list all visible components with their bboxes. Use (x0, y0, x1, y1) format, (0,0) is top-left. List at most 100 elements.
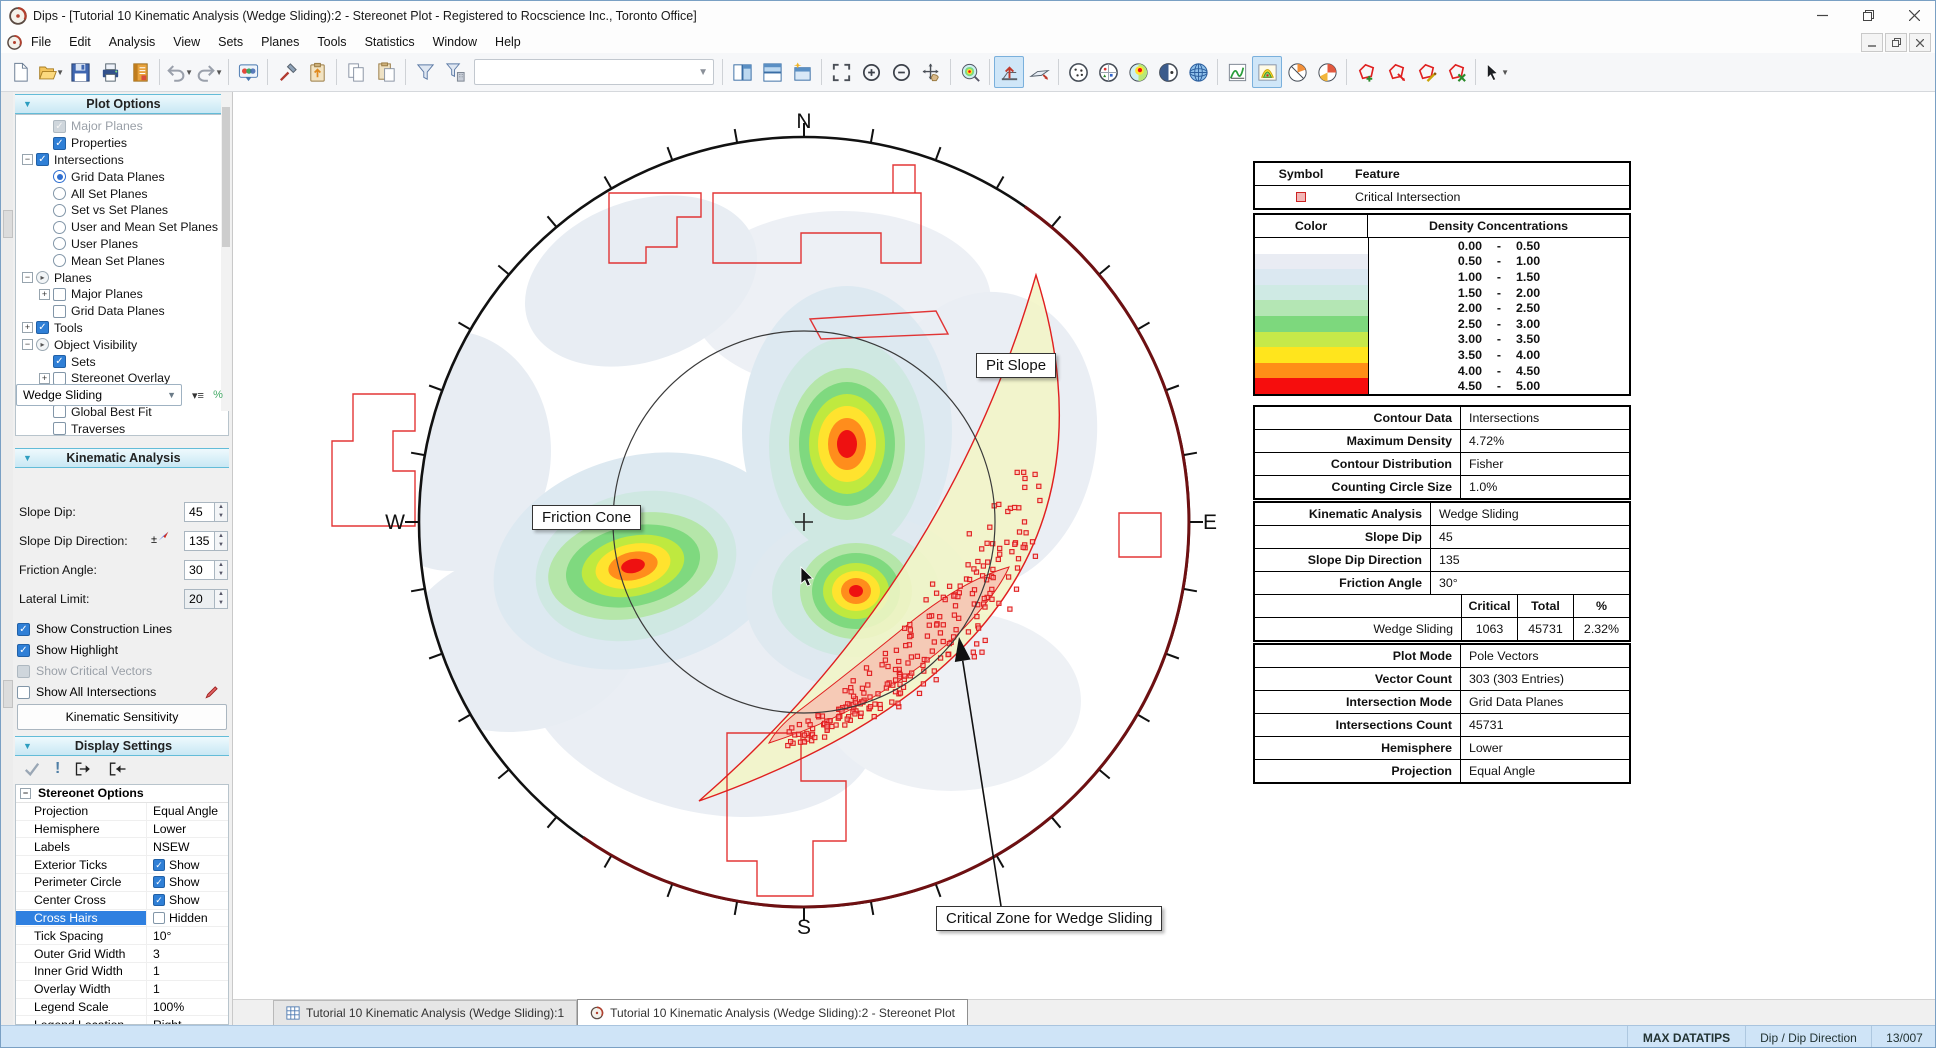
display-settings-header[interactable]: ▼ Display Settings (15, 736, 229, 756)
kinematic-analysis-header[interactable]: ▼ Kinematic Analysis (15, 448, 229, 468)
tree-item-user-planes[interactable]: User Planes (16, 236, 228, 253)
stereonet-plot[interactable]: NSEW (233, 92, 1243, 999)
percent-mode-icon[interactable]: % (209, 386, 227, 404)
option-row-overlay-width[interactable]: Overlay Width1 (16, 981, 228, 999)
contour-plot-icon[interactable] (1123, 56, 1153, 88)
filter-advanced-icon[interactable] (440, 56, 470, 88)
rosette-plot-icon[interactable] (1282, 56, 1312, 88)
clipboard-icon[interactable] (302, 56, 332, 88)
zoom-out-icon[interactable] (886, 56, 916, 88)
checkbox-show-critical-vectors[interactable]: Show Critical Vectors (17, 663, 152, 679)
defaults-icon[interactable]: ! (55, 760, 60, 778)
option-row-legend-location[interactable]: Legend LocationRight (16, 1016, 228, 1025)
compass-icon[interactable]: ± (151, 530, 170, 546)
panel-grip[interactable] (3, 680, 13, 708)
import-settings-icon[interactable] (108, 761, 128, 777)
tree-item-planes[interactable]: −▸Planes (16, 269, 228, 286)
pit-slope-label[interactable]: Pit Slope (976, 353, 1056, 378)
kinematic-analysis-icon[interactable] (1252, 56, 1282, 88)
report-icon[interactable] (125, 56, 155, 88)
spinner[interactable]: ▲▼ (215, 589, 228, 609)
print-icon[interactable] (95, 56, 125, 88)
spinner[interactable]: ▲▼ (215, 502, 228, 522)
failure-mode-select[interactable]: Wedge Sliding ▼ (16, 384, 182, 406)
option-row-exterior-ticks[interactable]: Exterior Ticks✓Show (16, 856, 228, 874)
spinner[interactable]: ▲▼ (215, 560, 228, 580)
tree-item-intersections[interactable]: −✓Intersections (16, 152, 228, 169)
plot-options-header[interactable]: ▼ Plot Options (15, 94, 229, 114)
redo-icon[interactable]: ▼ (194, 56, 224, 88)
filter-icon[interactable] (410, 56, 440, 88)
save-icon[interactable] (65, 56, 95, 88)
document-tab[interactable]: Tutorial 10 Kinematic Analysis (Wedge Sl… (273, 1000, 577, 1025)
option-row-tick-spacing[interactable]: Tick Spacing10° (16, 927, 228, 945)
document-tab-active[interactable]: Tutorial 10 Kinematic Analysis (Wedge Sl… (577, 999, 968, 1025)
option-row-legend-scale[interactable]: Legend Scale100% (16, 999, 228, 1017)
option-row-labels[interactable]: LabelsNSEW (16, 838, 228, 856)
mdi-minimize-button[interactable] (1861, 33, 1883, 52)
minimize-button[interactable] (1799, 1, 1845, 30)
checkbox-show-all-intersections[interactable]: Show All Intersections (17, 684, 156, 700)
checkbox-show-highlight[interactable]: ✓Show Highlight (17, 642, 118, 658)
symbol-plot-icon[interactable] (1093, 56, 1123, 88)
new-file-icon[interactable] (5, 56, 35, 88)
apply-icon[interactable] (23, 761, 41, 777)
option-row-cross-hairs[interactable]: Cross HairsHidden (16, 910, 228, 928)
option-row-inner-grid-width[interactable]: Inner Grid Width1 (16, 963, 228, 981)
menu-window[interactable]: Window (424, 33, 486, 51)
tree-item-global-best-fit[interactable]: Global Best Fit (16, 404, 228, 421)
polygon-add-icon[interactable] (1381, 56, 1411, 88)
tree-item-set-vs-set-planes[interactable]: Set vs Set Planes (16, 202, 228, 219)
menu-edit[interactable]: Edit (60, 33, 100, 51)
preset-menu-icon[interactable]: ▾≡ (189, 386, 207, 404)
menu-planes[interactable]: Planes (252, 33, 308, 51)
friction-cone-label[interactable]: Friction Cone (532, 505, 641, 530)
option-row-hemisphere[interactable]: HemisphereLower (16, 821, 228, 839)
critical-zone-label[interactable]: Critical Zone for Wedge Sliding (936, 906, 1162, 931)
menu-help[interactable]: Help (486, 33, 530, 51)
tree-item-traverses[interactable]: Traverses (16, 420, 228, 436)
tree-item-grid-data-planes[interactable]: Grid Data Planes (16, 168, 228, 185)
edit-pencil-icon[interactable] (203, 685, 218, 700)
pit-slope-icon[interactable] (994, 56, 1024, 88)
tree-item-major-planes[interactable]: ✓Major Planes (16, 118, 228, 135)
plot-canvas[interactable]: NSEW Pit Slope Friction Cone Critical Zo… (233, 92, 1936, 999)
group-row-stereonet-options[interactable]: − Stereonet Options (16, 785, 228, 803)
edit-tool-icon[interactable] (272, 56, 302, 88)
tree-item-mean-set-planes[interactable]: Mean Set Planes (16, 252, 228, 269)
checkbox-show-construction-lines[interactable]: ✓Show Construction Lines (17, 621, 172, 637)
option-row-perimeter-circle[interactable]: Perimeter Circle✓Show (16, 874, 228, 892)
copy-icon[interactable] (341, 56, 371, 88)
panel-grip[interactable] (3, 210, 13, 238)
fit-extents-icon[interactable] (826, 56, 856, 88)
tree-item-object-visibility[interactable]: −▸Object Visibility (16, 336, 228, 353)
restore-button[interactable] (1845, 1, 1891, 30)
slope-dip-direction-input[interactable]: 135 (184, 531, 215, 551)
datatips-icon[interactable] (233, 56, 263, 88)
toolbar-combobox[interactable]: ▼ (474, 59, 714, 85)
paste-icon[interactable] (371, 56, 401, 88)
undo-icon[interactable]: ▼ (164, 56, 194, 88)
mdi-close-button[interactable] (1909, 33, 1931, 52)
slope-dip-input[interactable]: 45 (184, 502, 215, 522)
spinner[interactable]: ▲▼ (215, 531, 228, 551)
chart-tool-icon[interactable] (1222, 56, 1252, 88)
friction-angle-input[interactable]: 30 (184, 560, 215, 580)
tree-item-grid-data-planes[interactable]: Grid Data Planes (16, 303, 228, 320)
tree-scrollbar[interactable] (221, 93, 231, 411)
menu-sets[interactable]: Sets (209, 33, 252, 51)
open-file-icon[interactable]: ▼ (35, 56, 65, 88)
split-vertical-icon[interactable] (727, 56, 757, 88)
tree-item-all-set-planes[interactable]: All Set Planes (16, 185, 228, 202)
plane-tool-icon[interactable] (1024, 56, 1054, 88)
pole-plot-icon[interactable] (1063, 56, 1093, 88)
menu-statistics[interactable]: Statistics (356, 33, 424, 51)
split-horizontal-icon[interactable] (757, 56, 787, 88)
menu-view[interactable]: View (164, 33, 209, 51)
option-row-projection[interactable]: ProjectionEqual Angle (16, 803, 228, 821)
close-button[interactable] (1891, 1, 1936, 30)
tree-item-properties[interactable]: ✓Properties (16, 135, 228, 152)
polygon-delete-icon[interactable] (1441, 56, 1471, 88)
tree-item-sets[interactable]: ✓Sets (16, 353, 228, 370)
option-row-center-cross[interactable]: Center Cross✓Show (16, 892, 228, 910)
